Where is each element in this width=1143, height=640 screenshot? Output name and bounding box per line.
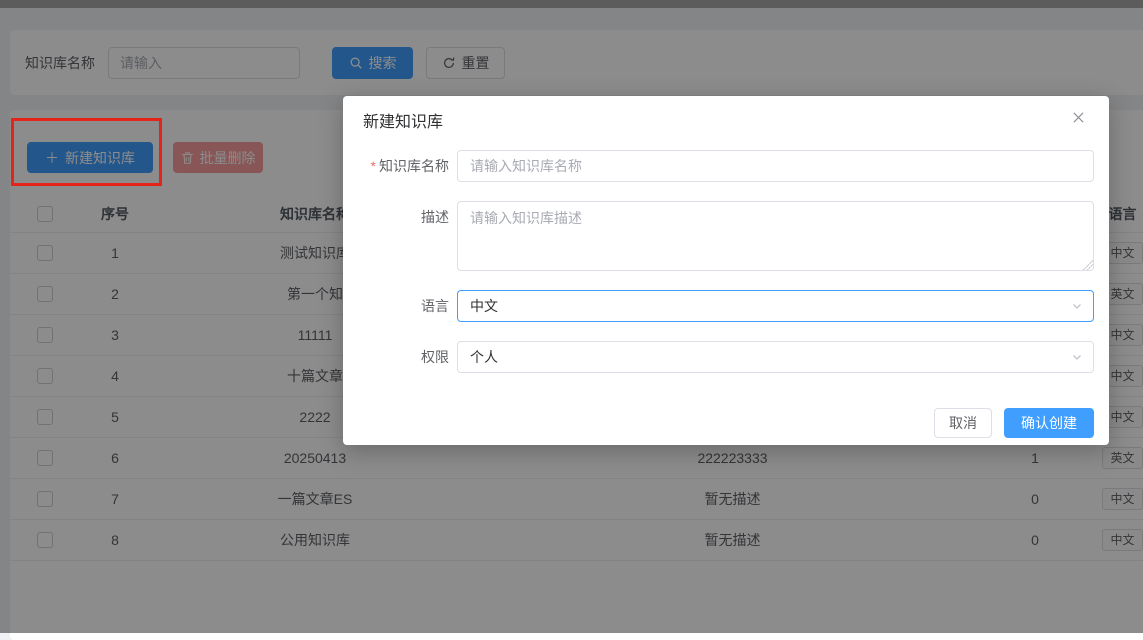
close-icon[interactable] xyxy=(1067,106,1089,128)
chevron-down-icon xyxy=(1071,351,1083,363)
permission-field-label: 权限 xyxy=(421,349,449,365)
dialog-title: 新建知识库 xyxy=(363,114,444,131)
desc-field-label: 描述 xyxy=(421,209,449,225)
kb-desc-textarea[interactable] xyxy=(457,201,1094,271)
textarea-resize-grip[interactable] xyxy=(1083,260,1093,270)
cancel-button[interactable]: 取消 xyxy=(934,408,992,438)
permission-select[interactable]: 个人 xyxy=(457,341,1094,373)
confirm-create-button[interactable]: 确认创建 xyxy=(1004,408,1094,438)
dialog-footer: 取消 确认创建 xyxy=(934,408,1094,438)
permission-select-value: 个人 xyxy=(470,349,498,365)
create-knowledge-base-dialog: 新建知识库 *知识库名称 描述 语言 中文 权限 个人 xyxy=(343,96,1109,445)
page: 知识库名称 搜索 重置 ＋ 新建知识库 批量删除 xyxy=(0,0,1143,640)
kb-name-input[interactable] xyxy=(457,150,1094,182)
language-field-label: 语言 xyxy=(421,298,449,314)
annotation-highlight-rect xyxy=(11,118,162,186)
required-mark: * xyxy=(370,158,376,174)
name-field-label: * 知识库名称 xyxy=(370,158,449,174)
language-select-value: 中文 xyxy=(470,298,498,314)
language-select[interactable]: 中文 xyxy=(457,290,1094,322)
chevron-down-icon xyxy=(1071,300,1083,312)
